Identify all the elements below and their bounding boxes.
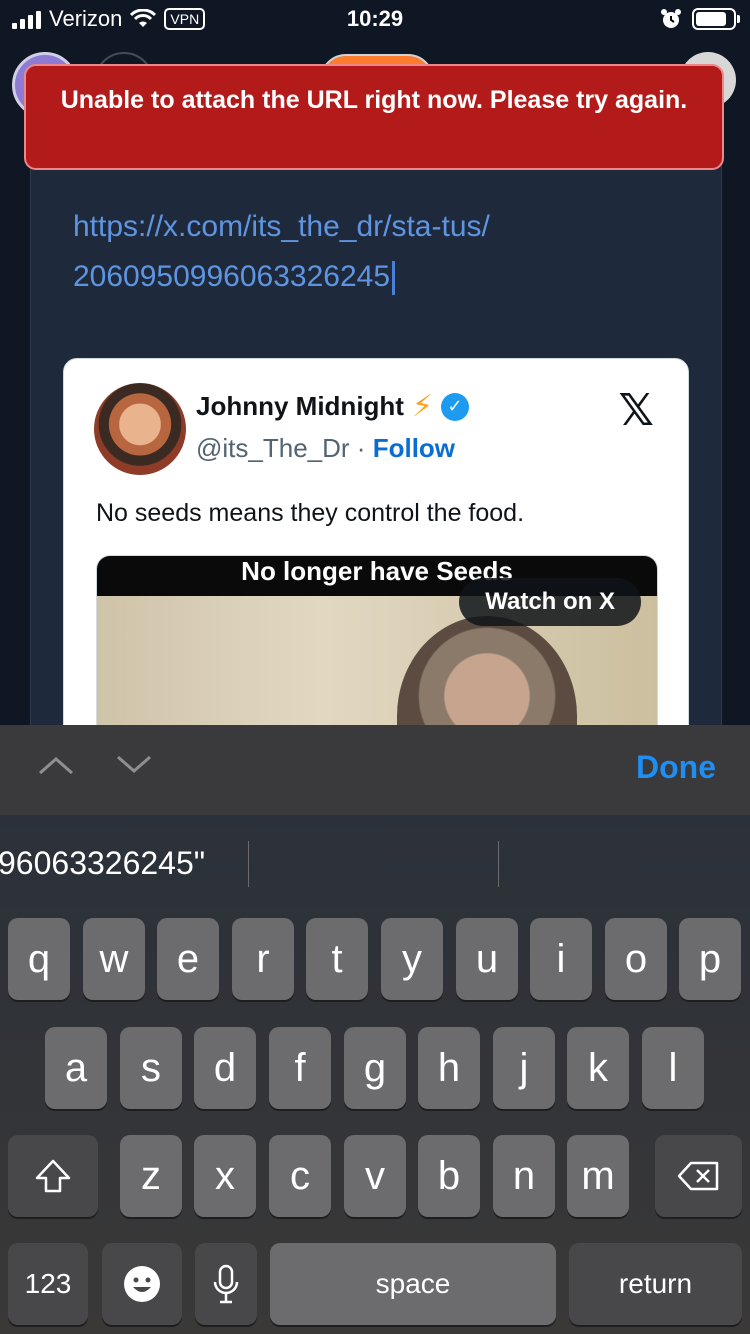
key-r[interactable]: r xyxy=(232,918,294,1000)
key-z[interactable]: z xyxy=(120,1135,182,1217)
dictation-key[interactable] xyxy=(195,1243,257,1325)
key-s[interactable]: s xyxy=(120,1027,182,1109)
tweet-text: No seeds means they control the food. xyxy=(96,499,525,527)
url-text[interactable]: https://x.com/its_the_dr/sta-tus/2060950… xyxy=(73,202,493,302)
battery-icon xyxy=(692,8,740,30)
key-e[interactable]: e xyxy=(157,918,219,1000)
delete-key[interactable] xyxy=(655,1135,742,1217)
tweet-media[interactable]: No longer have Seeds Watch on X xyxy=(96,555,658,739)
key-t[interactable]: t xyxy=(306,918,368,1000)
suggestion-item[interactable]: 96063326245" xyxy=(0,845,205,882)
key-w[interactable]: w xyxy=(83,918,145,1000)
alarm-icon xyxy=(661,9,681,28)
key-b[interactable]: b xyxy=(418,1135,480,1217)
key-n[interactable]: n xyxy=(493,1135,555,1217)
return-key[interactable]: return xyxy=(569,1243,742,1325)
return-key-label: return xyxy=(618,1268,693,1299)
clock: 10:29 xyxy=(346,6,404,31)
suggestion-bar: 96063326245" xyxy=(0,815,750,915)
chevron-up-icon[interactable] xyxy=(38,753,73,783)
suggestion-divider xyxy=(248,841,249,887)
key-p[interactable]: p xyxy=(679,918,741,1000)
verified-icon: ✓ xyxy=(441,392,470,421)
done-button[interactable]: Done xyxy=(636,749,716,786)
suggestion-divider xyxy=(498,841,499,887)
numbers-key[interactable]: 123 xyxy=(8,1243,88,1325)
key-q[interactable]: q xyxy=(8,918,70,1000)
watch-on-x-button[interactable]: Watch on X xyxy=(459,578,641,626)
space-key-label: space xyxy=(375,1268,451,1299)
emoji-key[interactable] xyxy=(102,1243,182,1325)
key-o[interactable]: o xyxy=(605,918,667,1000)
tweet-author-avatar[interactable] xyxy=(94,383,186,475)
key-c[interactable]: c xyxy=(269,1135,331,1217)
key-v[interactable]: v xyxy=(344,1135,406,1217)
key-i[interactable]: i xyxy=(530,918,592,1000)
status-right xyxy=(660,8,740,30)
tweet-author-handle: @its_The_Dr · Follow xyxy=(196,433,455,464)
tweet-embed[interactable]: Johnny Midnight ⚡ ✓ @its_The_Dr · Follow… xyxy=(63,358,689,740)
chevron-down-icon[interactable] xyxy=(116,753,151,783)
status-bar: Verizon VPN 10:29 xyxy=(0,0,750,40)
key-g[interactable]: g xyxy=(344,1027,406,1109)
key-a[interactable]: a xyxy=(45,1027,107,1109)
key-l[interactable]: l xyxy=(642,1027,704,1109)
backspace-icon xyxy=(677,1161,718,1191)
keyboard: 96063326245" q w e r t y u i o p a s d f… xyxy=(0,815,750,1334)
follow-link[interactable]: Follow xyxy=(373,433,455,463)
key-u[interactable]: u xyxy=(456,918,518,1000)
handle-text: @its_The_Dr xyxy=(196,433,350,463)
lightning-icon: ⚡ xyxy=(411,389,434,423)
microphone-icon xyxy=(213,1264,239,1304)
tweet-author-name[interactable]: Johnny Midnight ⚡ ✓ xyxy=(196,389,470,423)
error-toast: Unable to attach the URL right now. Plea… xyxy=(24,64,724,170)
post-editor[interactable]: https://x.com/its_the_dr/sta-tus/2060950… xyxy=(30,150,722,740)
space-key[interactable]: space xyxy=(270,1243,556,1325)
key-f[interactable]: f xyxy=(269,1027,331,1109)
text-caret xyxy=(392,261,396,296)
key-m[interactable]: m xyxy=(567,1135,629,1217)
shift-icon xyxy=(35,1159,71,1193)
numbers-key-label: 123 xyxy=(24,1268,72,1299)
shift-key[interactable] xyxy=(8,1135,98,1217)
author-name-text: Johnny Midnight xyxy=(196,391,404,421)
keyboard-accessory-bar: Done xyxy=(0,725,750,815)
key-h[interactable]: h xyxy=(418,1027,480,1109)
emoji-icon xyxy=(124,1266,160,1302)
key-x[interactable]: x xyxy=(194,1135,256,1217)
handle-separator: · xyxy=(356,433,366,463)
key-k[interactable]: k xyxy=(567,1027,629,1109)
key-j[interactable]: j xyxy=(493,1027,555,1109)
key-d[interactable]: d xyxy=(194,1027,256,1109)
x-logo-icon[interactable]: 𝕏 xyxy=(619,385,654,436)
key-y[interactable]: y xyxy=(381,918,443,1000)
